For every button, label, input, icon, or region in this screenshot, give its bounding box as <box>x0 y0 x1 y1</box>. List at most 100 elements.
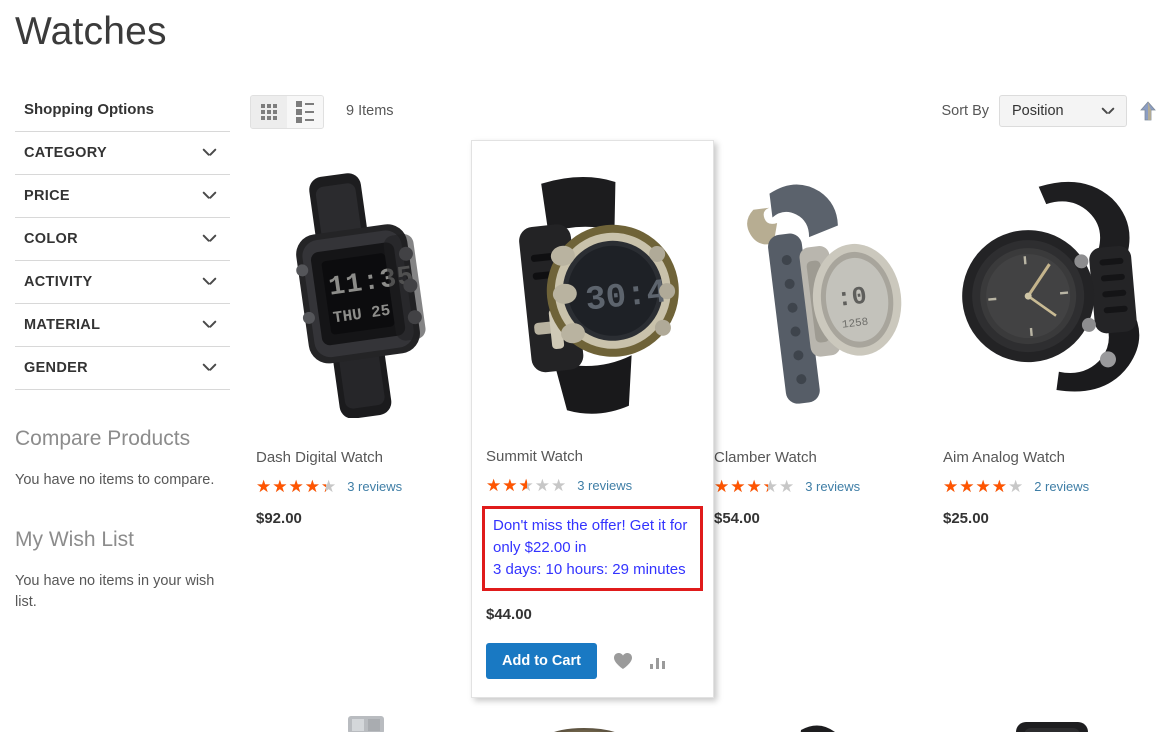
product-image[interactable] <box>937 145 1166 440</box>
product-rating: ★★★★★ ★★★★★ 3 reviews <box>708 478 937 495</box>
star-rating-fill: ★★★★★ <box>256 478 326 495</box>
product-price: $25.00 <box>943 510 989 527</box>
product-image[interactable] <box>250 716 479 732</box>
product-card-row2-1[interactable] <box>250 716 479 732</box>
star-rating: ★★★★★ ★★★★★ <box>486 476 568 495</box>
star-rating: ★★★★★ ★★★★★ <box>714 477 796 496</box>
product-rating: ★★★★★ ★★★★★ 3 reviews <box>250 478 479 495</box>
product-card-clamber-watch[interactable]: :0 1258 Clamber Watch ★★★★★ ★★★★★ 3 revi… <box>708 140 937 698</box>
star-rating-fill: ★★★★★ <box>714 478 768 495</box>
list-view-icon <box>296 101 314 123</box>
filter-label: ACTIVITY <box>24 274 93 290</box>
product-rating: ★★★★★ ★★★★★ 3 reviews <box>480 477 705 494</box>
add-to-compare-button[interactable] <box>649 652 667 670</box>
product-card-row2-4[interactable] <box>937 716 1166 732</box>
sort-controls: Sort By Position <box>941 95 1157 127</box>
product-price: $54.00 <box>714 510 760 527</box>
product-price: $44.00 <box>486 606 532 623</box>
brown-leather-watch-image <box>553 728 614 732</box>
chevron-down-icon <box>203 363 216 371</box>
shopping-options-heading: Shopping Options <box>24 101 154 118</box>
chevron-down-icon <box>203 148 216 156</box>
product-price: $92.00 <box>256 510 302 527</box>
sort-direction-button[interactable] <box>1139 100 1157 122</box>
black-white-watch-image <box>1015 722 1088 732</box>
compare-products-title: Compare Products <box>15 427 191 450</box>
star-rating-fill: ★★★★★ <box>486 477 527 494</box>
sort-by-select[interactable]: Position <box>999 95 1127 127</box>
filter-category[interactable]: CATEGORY <box>15 132 230 175</box>
category-page: Watches Shopping Options CATEGORY PRICE … <box>0 0 1167 732</box>
product-card-row2-2[interactable] <box>479 716 708 732</box>
product-rating: ★★★★★ ★★★★★ 2 reviews <box>937 478 1166 495</box>
product-actions: Add to Cart <box>480 643 705 679</box>
olive-round-digital-watch-image: 30:4 <box>519 177 679 414</box>
product-image[interactable]: :0 1258 <box>708 145 937 440</box>
review-count[interactable]: 3 reviews <box>805 478 860 495</box>
filter-label: CATEGORY <box>24 145 107 161</box>
special-offer-box: Don't miss the offer! Get it for only $2… <box>482 506 703 591</box>
filter-gender[interactable]: GENDER <box>15 347 230 390</box>
compare-products-empty-text: You have no items to compare. <box>15 472 215 488</box>
star-rating: ★★★★★ ★★★★★ <box>256 477 338 496</box>
filter-price[interactable]: PRICE <box>15 175 230 218</box>
product-name[interactable]: Summit Watch <box>480 447 705 467</box>
sort-by-value: Position <box>1012 103 1064 119</box>
product-card-row2-3[interactable] <box>708 716 937 732</box>
filter-label: MATERIAL <box>24 317 101 333</box>
chevron-down-icon <box>203 191 216 199</box>
filter-label: COLOR <box>24 231 78 247</box>
review-count[interactable]: 3 reviews <box>577 477 632 494</box>
product-card-dash-digital-watch[interactable]: 11:35 THU 25 Dash Digital Watch ★★★★★ ★★… <box>250 140 479 698</box>
grid-view-icon <box>261 104 277 120</box>
filter-label: GENDER <box>24 360 88 376</box>
chevron-down-icon <box>203 234 216 242</box>
page-title: Watches <box>15 10 167 53</box>
grey-sport-watch-image: :0 1258 <box>747 183 902 404</box>
black-digital-watch-image: 11:35 THU 25 <box>296 172 426 418</box>
product-image[interactable]: 11:35 THU 25 <box>250 145 479 440</box>
review-count[interactable]: 2 reviews <box>1034 478 1089 495</box>
wish-list-block: My Wish List You have no items in your w… <box>15 527 230 613</box>
product-name[interactable]: Clamber Watch <box>708 448 937 468</box>
black-analog-watch-image <box>961 181 1139 391</box>
compare-products-block: Compare Products You have no items to co… <box>15 426 230 491</box>
wish-list-title: My Wish List <box>15 528 135 551</box>
star-rating: ★★★★★ ★★★★★ <box>943 477 1025 496</box>
compare-bars-icon <box>649 658 665 669</box>
filter-color[interactable]: COLOR <box>15 218 230 261</box>
product-row-1: 11:35 THU 25 Dash Digital Watch ★★★★★ ★★… <box>250 140 1167 698</box>
chevron-down-icon <box>1102 107 1114 114</box>
product-toolbar: 9 Items Sort By Position <box>250 95 1157 129</box>
product-image[interactable] <box>937 716 1166 732</box>
view-mode-switch <box>250 95 324 129</box>
offer-message: Don't miss the offer! Get it for only $2… <box>493 517 688 556</box>
sort-by-label: Sort By <box>941 103 989 119</box>
arrow-up-icon <box>1140 101 1156 121</box>
star-rating-fill: ★★★★★ <box>943 478 1008 495</box>
item-count: 9 Items <box>346 103 394 119</box>
product-image[interactable] <box>479 716 708 732</box>
chevron-down-icon <box>203 320 216 328</box>
sidebar: Shopping Options CATEGORY PRICE COLOR AC… <box>15 95 230 613</box>
wish-list-empty-text: You have no items in your wish list. <box>15 573 215 610</box>
product-image[interactable] <box>708 716 937 732</box>
review-count[interactable]: 3 reviews <box>347 478 402 495</box>
product-name[interactable]: Dash Digital Watch <box>250 448 479 468</box>
product-row-2 <box>250 716 1167 732</box>
product-image[interactable]: 30:4 <box>480 149 705 439</box>
product-card-aim-analog-watch[interactable]: Aim Analog Watch ★★★★★ ★★★★★ 2 reviews $… <box>937 140 1166 698</box>
list-view-button[interactable] <box>287 96 323 128</box>
chevron-down-icon <box>203 277 216 285</box>
filter-material[interactable]: MATERIAL <box>15 304 230 347</box>
product-name[interactable]: Aim Analog Watch <box>937 448 1166 468</box>
add-to-cart-button[interactable]: Add to Cart <box>486 643 597 679</box>
filter-label: PRICE <box>24 188 70 204</box>
heart-icon <box>613 653 632 669</box>
add-to-wishlist-button[interactable] <box>613 652 633 670</box>
product-grid: 11:35 THU 25 Dash Digital Watch ★★★★★ ★★… <box>250 140 1167 732</box>
filter-list: CATEGORY PRICE COLOR ACTIVITY MATERIAL G… <box>15 131 230 390</box>
grid-view-button[interactable] <box>251 96 287 128</box>
filter-activity[interactable]: ACTIVITY <box>15 261 230 304</box>
product-card-summit-watch[interactable]: 30:4 Summit Watch ★★★★★ ★★ 3 reviews Don… <box>471 140 714 698</box>
